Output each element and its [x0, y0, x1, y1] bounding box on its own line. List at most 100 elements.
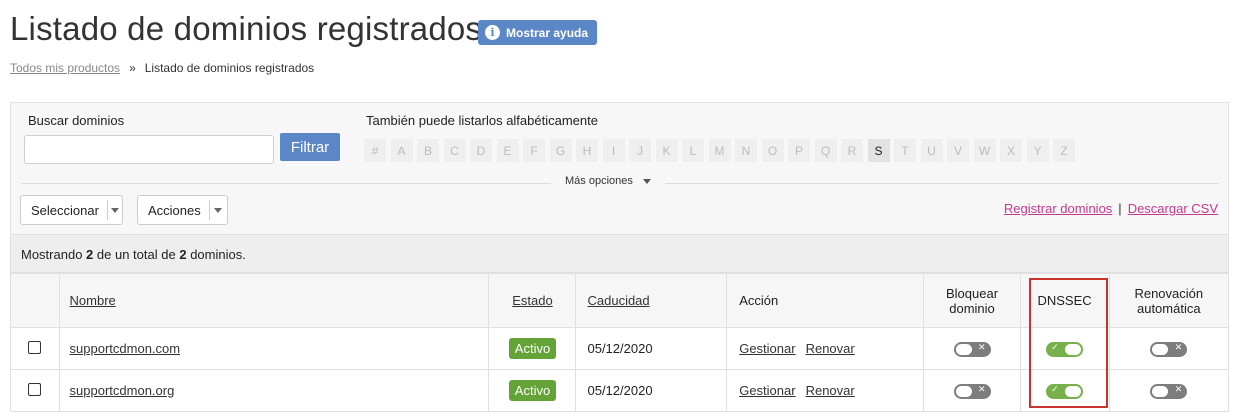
letter-x[interactable]: X	[1000, 139, 1022, 162]
letter-l[interactable]: L	[682, 139, 704, 162]
row-checkbox[interactable]	[28, 382, 42, 396]
letter-r[interactable]: R	[841, 139, 863, 162]
lock-cell: ✕	[923, 327, 1021, 370]
x-icon: ✕	[977, 384, 986, 395]
actions-dropdown[interactable]: Acciones	[137, 195, 228, 225]
sort-expiry-link[interactable]: Caducidad	[587, 293, 649, 308]
lock-cell: ✕	[923, 369, 1021, 412]
table-row: supportcdmon.com Activo 05/12/2020 Gesti…	[10, 327, 1230, 370]
row-select-cell	[10, 369, 60, 412]
letter-y[interactable]: Y	[1026, 139, 1049, 162]
check-icon: ✓	[1051, 384, 1059, 395]
breadcrumb-link-products[interactable]: Todos mis productos	[10, 61, 120, 75]
letter-s[interactable]: S	[867, 139, 890, 162]
header-select-column	[10, 273, 60, 328]
domain-cell: supportcdmon.org	[58, 369, 490, 412]
header-dnssec: DNSSEC	[1019, 273, 1110, 328]
letter-h[interactable]: H	[576, 139, 598, 162]
header-auto-renew: Renovación automática	[1108, 273, 1230, 328]
results-summary: Mostrando 2 de un total de 2 dominios.	[10, 234, 1229, 273]
header-expiry: Caducidad	[575, 273, 728, 328]
summary-middle: de un total de	[96, 247, 176, 262]
letter-p[interactable]: P	[788, 139, 810, 162]
letter-n[interactable]: N	[735, 139, 757, 162]
page-title: Listado de dominios registrados	[10, 10, 483, 47]
status-badge: Activo	[508, 380, 557, 401]
letter-g[interactable]: G	[549, 139, 572, 162]
domain-link[interactable]: supportcdmon.com	[70, 341, 181, 356]
select-dropdown[interactable]: Seleccionar	[20, 195, 123, 225]
auto-renew-toggle[interactable]: ✕	[1150, 383, 1188, 399]
action-cell: Gestionar Renovar	[726, 327, 925, 370]
filter-panel: Buscar dominios Filtrar También puede li…	[10, 102, 1229, 234]
letter-w[interactable]: W	[973, 139, 996, 162]
letter-hash[interactable]: #	[364, 139, 386, 162]
letter-c[interactable]: C	[443, 139, 466, 162]
letter-z[interactable]: Z	[1053, 139, 1075, 162]
summary-suffix: dominios.	[190, 247, 246, 262]
breadcrumb-separator: »	[129, 61, 136, 75]
dnssec-cell: ✓	[1019, 369, 1110, 412]
x-icon: ✕	[977, 342, 986, 353]
table-header-row: Nombre Estado Caducidad Acción Bloquear …	[10, 273, 1230, 328]
show-help-button[interactable]: i Mostrar ayuda	[478, 20, 598, 45]
letter-t[interactable]: T	[894, 139, 916, 162]
chevron-down-icon	[208, 200, 227, 220]
letter-b[interactable]: B	[417, 139, 439, 162]
register-domains-link[interactable]: Registrar dominios	[1004, 201, 1112, 216]
alphabet-label: También puede listarlos alfabéticamente	[366, 113, 598, 128]
letter-j[interactable]: J	[629, 139, 651, 162]
show-help-label: Mostrar ayuda	[506, 25, 589, 40]
letter-v[interactable]: V	[947, 139, 969, 162]
search-label: Buscar dominios	[28, 113, 125, 128]
table-row: supportcdmon.org Activo 05/12/2020 Gesti…	[10, 369, 1230, 412]
check-icon: ✓	[1051, 342, 1059, 353]
renew-link[interactable]: Renovar	[806, 341, 855, 356]
toolbar-links: Registrar dominios | Descargar CSV	[1004, 201, 1218, 216]
more-options-label: Más opciones	[565, 175, 633, 187]
caret-down-icon	[642, 178, 651, 184]
download-csv-link[interactable]: Descargar CSV	[1128, 201, 1218, 216]
link-separator: |	[1118, 201, 1122, 216]
letter-i[interactable]: I	[602, 139, 625, 162]
expiry-date: 05/12/2020	[575, 327, 728, 370]
action-cell: Gestionar Renovar	[726, 369, 925, 412]
renew-link[interactable]: Renovar	[806, 383, 855, 398]
letter-a[interactable]: A	[390, 139, 413, 162]
letter-u[interactable]: U	[920, 139, 943, 162]
breadcrumb: Todos mis productos » Listado de dominio…	[10, 61, 314, 75]
letter-m[interactable]: M	[708, 139, 731, 162]
lock-domain-toggle[interactable]: ✕	[953, 341, 991, 357]
chevron-down-icon	[106, 200, 122, 220]
actions-dropdown-label: Acciones	[148, 202, 201, 218]
summary-shown-count: 2	[86, 247, 94, 262]
letter-e[interactable]: E	[496, 139, 519, 162]
expiry-date: 05/12/2020	[575, 369, 728, 412]
sort-status-link[interactable]: Estado	[512, 293, 552, 308]
manage-link[interactable]: Gestionar	[739, 383, 795, 398]
row-select-cell	[10, 327, 60, 370]
letter-k[interactable]: K	[655, 139, 678, 162]
header-name: Nombre	[58, 273, 490, 328]
dnssec-toggle[interactable]: ✓	[1046, 341, 1084, 357]
search-domains-input[interactable]	[24, 135, 274, 164]
row-checkbox[interactable]	[28, 340, 42, 354]
x-icon: ✕	[1174, 384, 1183, 395]
manage-link[interactable]: Gestionar	[739, 341, 795, 356]
auto-renew-toggle[interactable]: ✕	[1150, 341, 1188, 357]
filter-button[interactable]: Filtrar	[280, 133, 340, 161]
letter-q[interactable]: Q	[814, 139, 837, 162]
sort-name-link[interactable]: Nombre	[70, 293, 116, 308]
letter-f[interactable]: F	[523, 139, 545, 162]
more-options-toggle[interactable]: Más opciones	[551, 175, 665, 187]
lock-domain-toggle[interactable]: ✕	[953, 383, 991, 399]
summary-prefix: Mostrando	[21, 247, 83, 262]
header-lock-domain: Bloquear dominio	[923, 273, 1021, 328]
status-cell: Activo	[488, 327, 577, 370]
breadcrumb-current: Listado de dominios registrados	[144, 61, 315, 75]
letter-o[interactable]: O	[761, 139, 784, 162]
auto-renew-cell: ✕	[1108, 327, 1230, 370]
domain-link[interactable]: supportcdmon.org	[70, 383, 175, 398]
letter-d[interactable]: D	[470, 139, 492, 162]
dnssec-toggle[interactable]: ✓	[1046, 383, 1084, 399]
